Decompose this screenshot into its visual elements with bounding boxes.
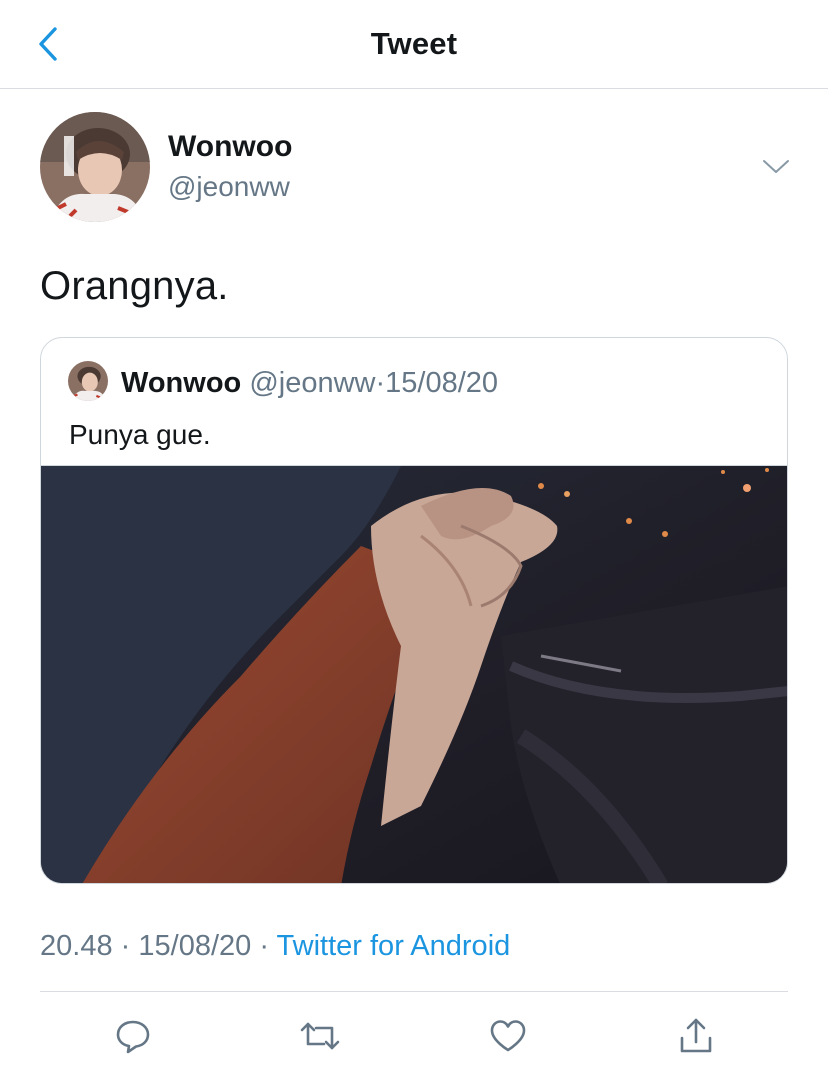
quoted-author-handle: @jeonww [249, 367, 376, 399]
tweet-text: Orangnya. [40, 264, 229, 308]
quoted-tweet-date: 15/08/20 [385, 367, 499, 399]
reply-icon [116, 1020, 150, 1054]
tweet-options-button[interactable] [758, 152, 794, 182]
author-avatar[interactable] [40, 112, 150, 222]
like-button[interactable] [486, 1014, 530, 1058]
separator-dot: · [259, 930, 269, 962]
quoted-tweet-header: Wonwoo @jeonww·15/08/20 [121, 367, 498, 400]
author-handle[interactable]: @jeonww [168, 171, 290, 203]
retweet-button[interactable] [298, 1014, 342, 1058]
quoted-author-avatar [68, 361, 108, 401]
author-name[interactable]: Wonwoo [168, 130, 292, 164]
quoted-tweet-text: Punya gue. [69, 419, 211, 450]
retweet-icon [300, 1022, 340, 1050]
tweet-source-link[interactable]: Twitter for Android [277, 930, 511, 962]
separator-dot: · [375, 367, 386, 399]
reply-button[interactable] [111, 1014, 155, 1058]
tweet-date: 15/08/20 [138, 930, 252, 962]
divider [40, 991, 788, 992]
share-button[interactable] [674, 1014, 718, 1058]
share-icon [680, 1018, 712, 1053]
quoted-author-name: Wonwoo [121, 367, 242, 399]
page-title: Tweet [370, 26, 458, 61]
heart-icon [490, 1020, 526, 1052]
tweet-time: 20.48 [40, 930, 113, 962]
chevron-down-icon [763, 160, 789, 173]
top-nav-bar: Tweet [0, 0, 828, 89]
tweet-timestamp: 20.48 · 15/08/20 · Twitter for Android [40, 930, 510, 963]
quoted-tweet-card[interactable]: Wonwoo @jeonww·15/08/20 Punya gue. [40, 337, 788, 884]
separator-dot: · [120, 930, 131, 962]
quoted-tweet-photo[interactable] [41, 465, 787, 883]
